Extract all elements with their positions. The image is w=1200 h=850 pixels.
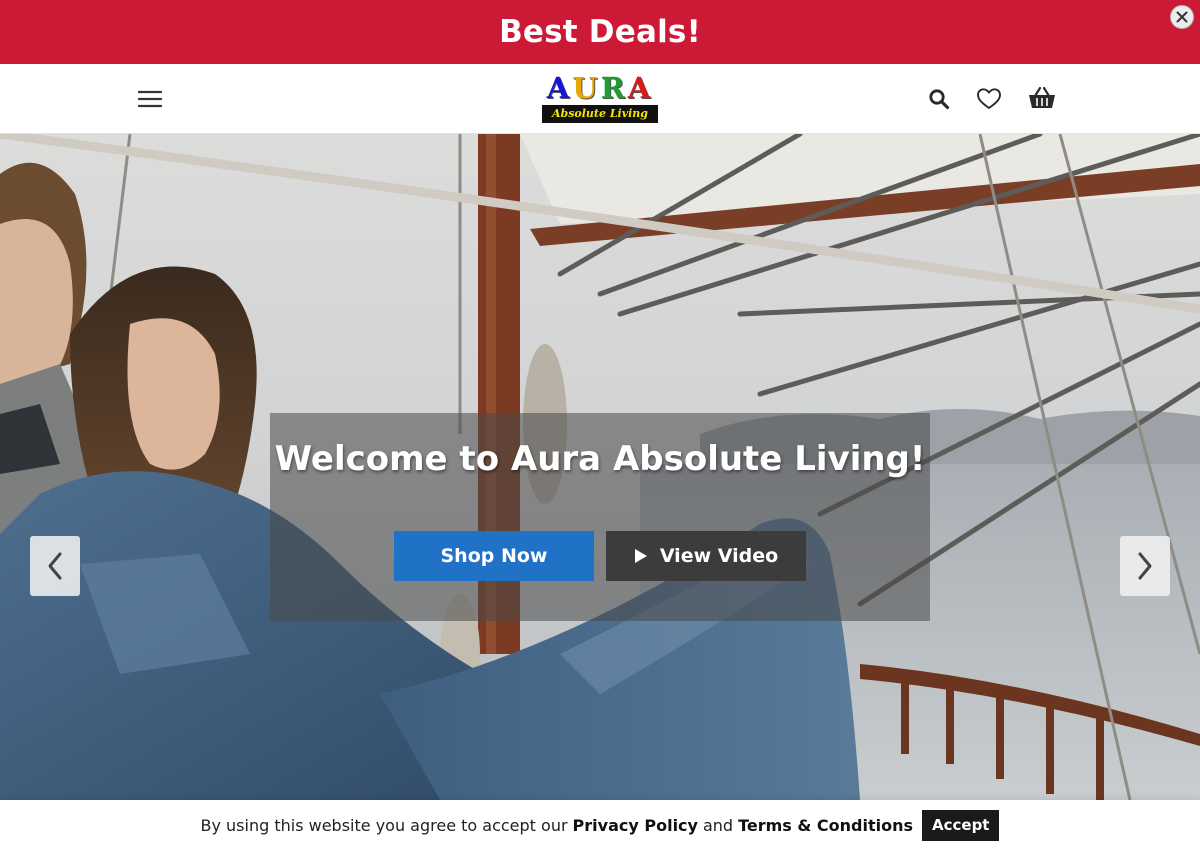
hero-title: Welcome to Aura Absolute Living! — [274, 439, 926, 479]
promo-text: Best Deals! — [499, 14, 701, 50]
logo-tagline: Absolute Living — [542, 105, 658, 123]
cookie-and-text: and — [702, 815, 734, 835]
chevron-left-icon — [48, 552, 62, 580]
logo-letter: U — [572, 71, 601, 105]
accept-label: Accept — [932, 816, 990, 834]
logo-letter: A — [546, 71, 573, 105]
shop-now-label: Shop Now — [440, 545, 548, 567]
logo-letter: R — [600, 71, 628, 105]
shop-now-button[interactable]: Shop Now — [394, 531, 594, 581]
terms-link[interactable]: Terms & Conditions — [738, 816, 913, 835]
menu-icon — [137, 90, 163, 108]
chevron-right-icon — [1138, 552, 1152, 580]
heart-icon — [977, 88, 1001, 109]
cart-button[interactable] — [1027, 83, 1057, 113]
basket-icon — [1029, 86, 1055, 108]
view-video-button[interactable]: View Video — [606, 531, 806, 581]
hero-caption: Welcome to Aura Absolute Living! Shop No… — [270, 413, 930, 621]
logo-wordmark: A U R A — [547, 72, 653, 104]
site-header: A U R A Absolute Living — [0, 64, 1200, 134]
search-button[interactable] — [924, 84, 954, 114]
slider-prev-button[interactable] — [30, 536, 80, 596]
cookie-text: By using this website you agree to accep… — [200, 815, 568, 835]
promo-bar: Best Deals! — [0, 0, 1200, 64]
cookie-consent-bar: By using this website you agree to accep… — [0, 800, 1200, 850]
search-icon — [929, 89, 950, 110]
close-icon — [1176, 11, 1188, 23]
menu-button[interactable] — [136, 86, 164, 112]
hero-slider: Welcome to Aura Absolute Living! Shop No… — [0, 134, 1200, 800]
site-logo[interactable]: A U R A Absolute Living — [541, 72, 659, 126]
view-video-label: View Video — [659, 545, 779, 567]
promo-close-button[interactable] — [1170, 5, 1194, 29]
slider-next-button[interactable] — [1120, 536, 1170, 596]
accept-cookies-button[interactable]: Accept — [922, 809, 1000, 841]
wishlist-button[interactable] — [974, 84, 1004, 114]
privacy-policy-link[interactable]: Privacy Policy — [573, 816, 698, 835]
logo-letter: A — [627, 71, 654, 105]
play-icon — [634, 549, 647, 563]
